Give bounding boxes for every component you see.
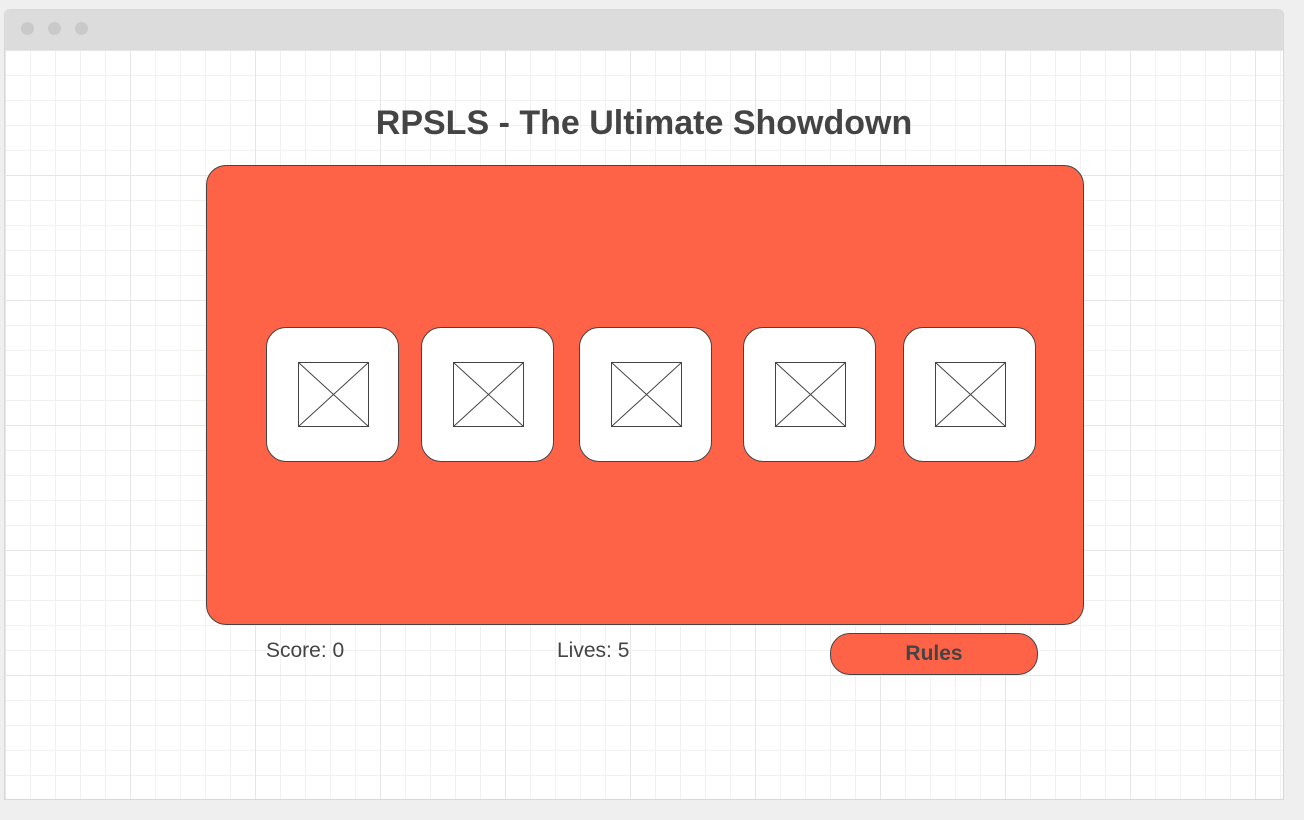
game-board bbox=[206, 165, 1084, 625]
window-control-dot[interactable] bbox=[21, 22, 34, 35]
image-placeholder-icon bbox=[453, 362, 524, 427]
window-control-dot[interactable] bbox=[75, 22, 88, 35]
image-placeholder-icon bbox=[298, 362, 369, 427]
image-placeholder-icon bbox=[935, 362, 1006, 427]
choice-card-1[interactable] bbox=[266, 327, 399, 462]
browser-window: RPSLS - The Ultimate Showdown Score: 0 L… bbox=[4, 9, 1284, 800]
page-canvas: RPSLS - The Ultimate Showdown Score: 0 L… bbox=[5, 50, 1283, 799]
window-titlebar bbox=[5, 10, 1283, 50]
page-title: RPSLS - The Ultimate Showdown bbox=[375, 104, 913, 142]
choice-card-3[interactable] bbox=[579, 327, 712, 462]
rules-button[interactable]: Rules bbox=[830, 633, 1038, 675]
image-placeholder-icon bbox=[611, 362, 682, 427]
score-label: Score: 0 bbox=[266, 639, 345, 662]
image-placeholder-icon bbox=[775, 362, 846, 427]
choice-card-5[interactable] bbox=[903, 327, 1036, 462]
choice-card-2[interactable] bbox=[421, 327, 554, 462]
lives-label: Lives: 5 bbox=[557, 639, 630, 662]
choice-card-4[interactable] bbox=[743, 327, 876, 462]
window-control-dot[interactable] bbox=[48, 22, 61, 35]
